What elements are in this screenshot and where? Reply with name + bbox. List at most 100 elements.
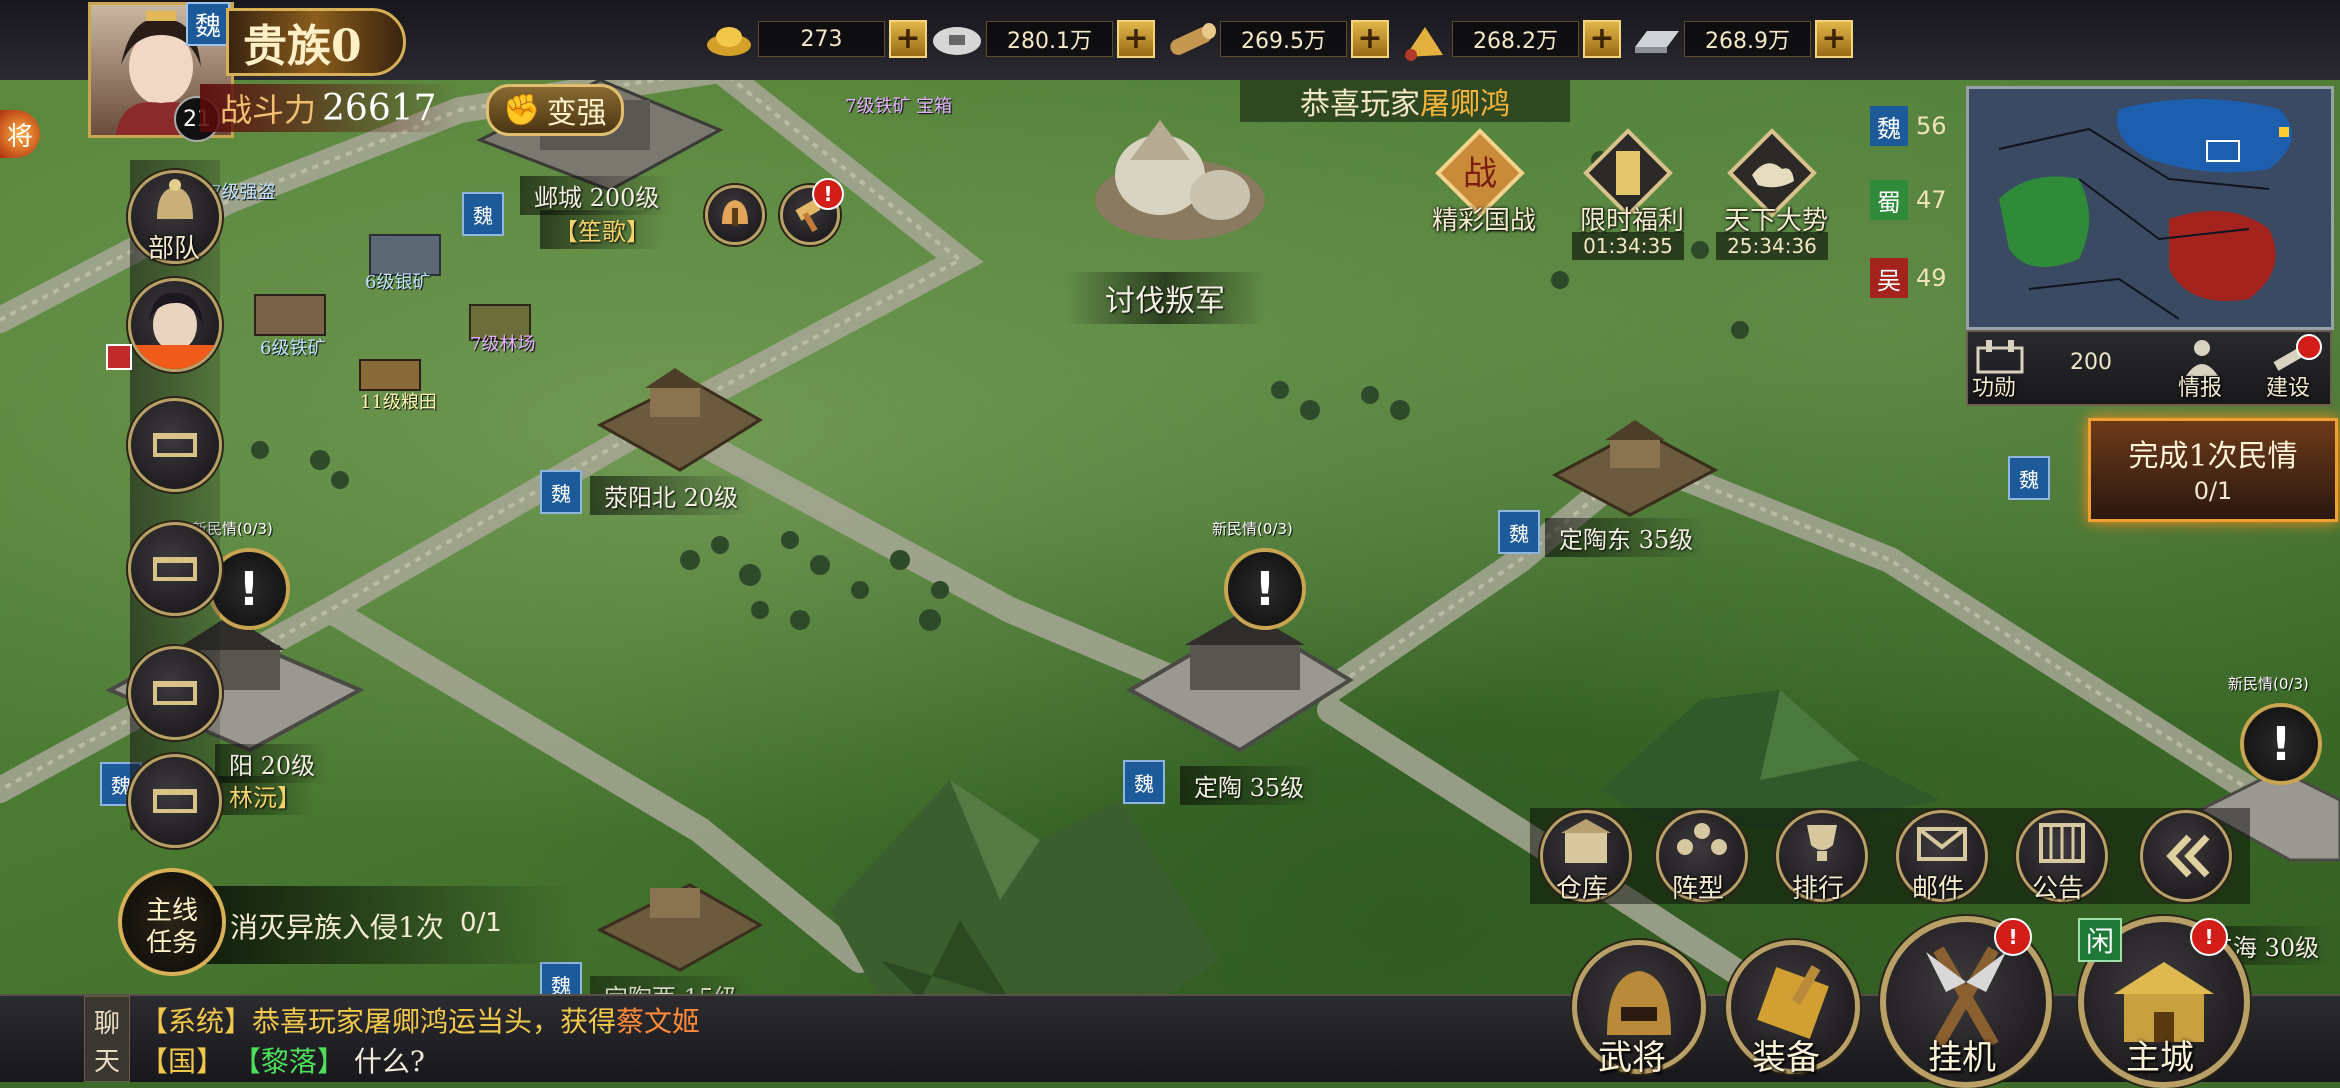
nation-row-wei[interactable]: 魏 56 <box>1870 106 1960 146</box>
empty-slot-button[interactable] <box>128 522 222 616</box>
min-qing-label: 新民情(0/3) <box>1212 520 1293 538</box>
faction-badge: 魏 <box>186 2 230 46</box>
merit-label: 功勋 <box>1972 376 2017 401</box>
bottom-button-label: 装备 <box>1752 1038 1820 1078</box>
event-timer: 25:34:36 <box>1716 232 1828 260</box>
empty-slot-button[interactable] <box>128 754 222 848</box>
wei-banner: 魏 <box>540 470 582 514</box>
main-quest-bar[interactable]: 消灭异族入侵1次 0/1 <box>200 886 580 964</box>
add-iron-button[interactable]: + <box>1815 20 1853 58</box>
wei-banner: 魏 <box>462 192 504 236</box>
action-label: 阵型 <box>1672 874 1725 904</box>
nation-flag: 蜀 <box>1870 180 1908 220</box>
chat-line-2: 【国】 【黎落】 什么? <box>140 1040 425 1080</box>
wei-banner: 魏 <box>1498 510 1540 554</box>
fist-icon: ✊ <box>503 92 541 128</box>
bottom-button-label: 武将 <box>1598 1038 1666 1078</box>
gate-icon <box>153 557 197 581</box>
resource-value: 268.2万 <box>1452 21 1579 57</box>
nation-row-shu[interactable]: 蜀 47 <box>1870 180 1960 220</box>
minimap-graphic <box>1969 89 2331 327</box>
nation-count: 49 <box>1916 264 1947 292</box>
vip-title[interactable]: 贵族0 <box>226 8 406 76</box>
add-wood-button[interactable]: + <box>1351 20 1389 58</box>
action-label: 排行 <box>1792 874 1845 904</box>
collapse-button[interactable] <box>2140 810 2232 902</box>
resource-coin: 280.1万 + <box>928 16 1155 62</box>
announcement-prefix: 恭喜玩家 <box>1300 87 1420 122</box>
city-label-dingtao-east[interactable]: 定陶东 35级 <box>1545 518 1708 557</box>
resource-gold: 273 + <box>700 16 927 62</box>
empty-slot-button[interactable] <box>128 646 222 740</box>
chat-line-1: 【系统】恭喜玩家屠卿鸿运当头，获得蔡文姬 <box>140 1000 700 1040</box>
nation-row-wu[interactable]: 吴 49 <box>1870 258 1960 298</box>
build-alert-dot <box>2296 334 2322 360</box>
main-city-alert-badge: ! <box>2190 918 2228 956</box>
double-chevron-left-icon <box>2166 834 2210 878</box>
announcement-banner: 恭喜玩家 屠卿鸿 <box>1240 80 1570 122</box>
resource-value: 268.9万 <box>1684 21 1811 57</box>
formation-icon <box>1677 823 1727 855</box>
mountain-cluster <box>830 780 1220 1000</box>
nation-count: 56 <box>1916 112 1947 140</box>
quest-popup-title: 完成1次民情 <box>2128 439 2298 474</box>
city-label-dingtao[interactable]: 定陶 35级 <box>1180 766 1319 805</box>
resource-value: 280.1万 <box>986 21 1113 57</box>
resource-value: 269.5万 <box>1220 21 1347 57</box>
bottom-button-label: 挂机 <box>1928 1038 1996 1078</box>
resource-grain: 268.2万 + <box>1394 16 1621 62</box>
minimap[interactable] <box>1966 86 2334 330</box>
upgrade-button[interactable]: ✊ 变强 <box>486 84 624 136</box>
min-qing-quest-popup[interactable]: 完成1次民情 0/1 <box>2088 418 2338 522</box>
alert-badge: ! <box>812 178 844 210</box>
gold-ingot-icon <box>700 16 758 62</box>
announcement-player-name: 屠卿鸿 <box>1420 87 1510 122</box>
wei-banner: 魏 <box>1123 760 1165 804</box>
resource-wood: 269.5万 + <box>1162 16 1389 62</box>
mine-label-grain[interactable]: 11级粮田 <box>360 388 437 414</box>
helmet-icon <box>157 179 193 219</box>
action-label: 仓库 <box>1556 874 1609 904</box>
empty-slot-button[interactable] <box>128 398 222 492</box>
wood-icon <box>1162 16 1220 62</box>
add-coin-button[interactable]: + <box>1117 20 1155 58</box>
main-quest-badge-line2: 任务 <box>145 928 198 958</box>
event-label: 精彩国战 <box>1432 206 1537 236</box>
mine-label-silver[interactable]: 6级银矿 <box>365 268 430 294</box>
quest-popup-progress: 0/1 <box>2193 477 2233 505</box>
power-label: 战斗力 <box>220 91 317 129</box>
map-label-top[interactable]: 7级铁矿 宝箱 <box>845 92 952 118</box>
upgrade-label: 变强 <box>546 96 607 131</box>
city-label-xingyang-north[interactable]: 荥阳北 20级 <box>590 476 753 515</box>
idle-alert-badge: ! <box>1994 918 2032 956</box>
event-alert-bubble[interactable]: ! <box>2240 703 2322 785</box>
add-gold-button[interactable]: + <box>889 20 927 58</box>
chat-channel: 【系统】 <box>140 1005 253 1038</box>
event-timer: 01:34:35 <box>1572 232 1684 260</box>
general-portrait <box>131 292 219 369</box>
warehouse-icon <box>1561 819 1611 863</box>
city-sublabel-xingyang: 林沅】 <box>215 776 315 815</box>
main-quest-badge[interactable]: 主线 任务 <box>118 868 226 976</box>
svg-text:战: 战 <box>1463 154 1497 194</box>
chat-user: 【黎落】 <box>232 1045 345 1078</box>
troops-label: 部队 <box>148 234 201 264</box>
power-panel: 战斗力 26617 <box>200 84 460 132</box>
chat-tab[interactable]: 聊 天 <box>84 996 130 1082</box>
nation-count: 47 <box>1916 186 1947 214</box>
helmet-button[interactable] <box>705 185 765 245</box>
add-grain-button[interactable]: + <box>1583 20 1621 58</box>
mine-label-iron[interactable]: 6级铁矿 <box>260 334 325 360</box>
coin-icon <box>928 16 986 62</box>
swords-icon <box>106 344 132 370</box>
chat-item: 蔡文姬 <box>616 1005 701 1038</box>
gate-icon <box>153 681 197 705</box>
general-portrait-button[interactable] <box>128 278 222 372</box>
intel-label: 情报 <box>2178 376 2223 401</box>
chat-channel: 【国】 <box>140 1045 225 1078</box>
event-alert-bubble[interactable]: ! <box>1224 548 1306 630</box>
mail-icon <box>1917 827 1967 861</box>
rebel-camp-label[interactable]: 讨伐叛军 <box>1065 272 1265 324</box>
mine-label-wood[interactable]: 7级林场 <box>470 330 535 356</box>
rebel-camp <box>1095 120 1265 240</box>
